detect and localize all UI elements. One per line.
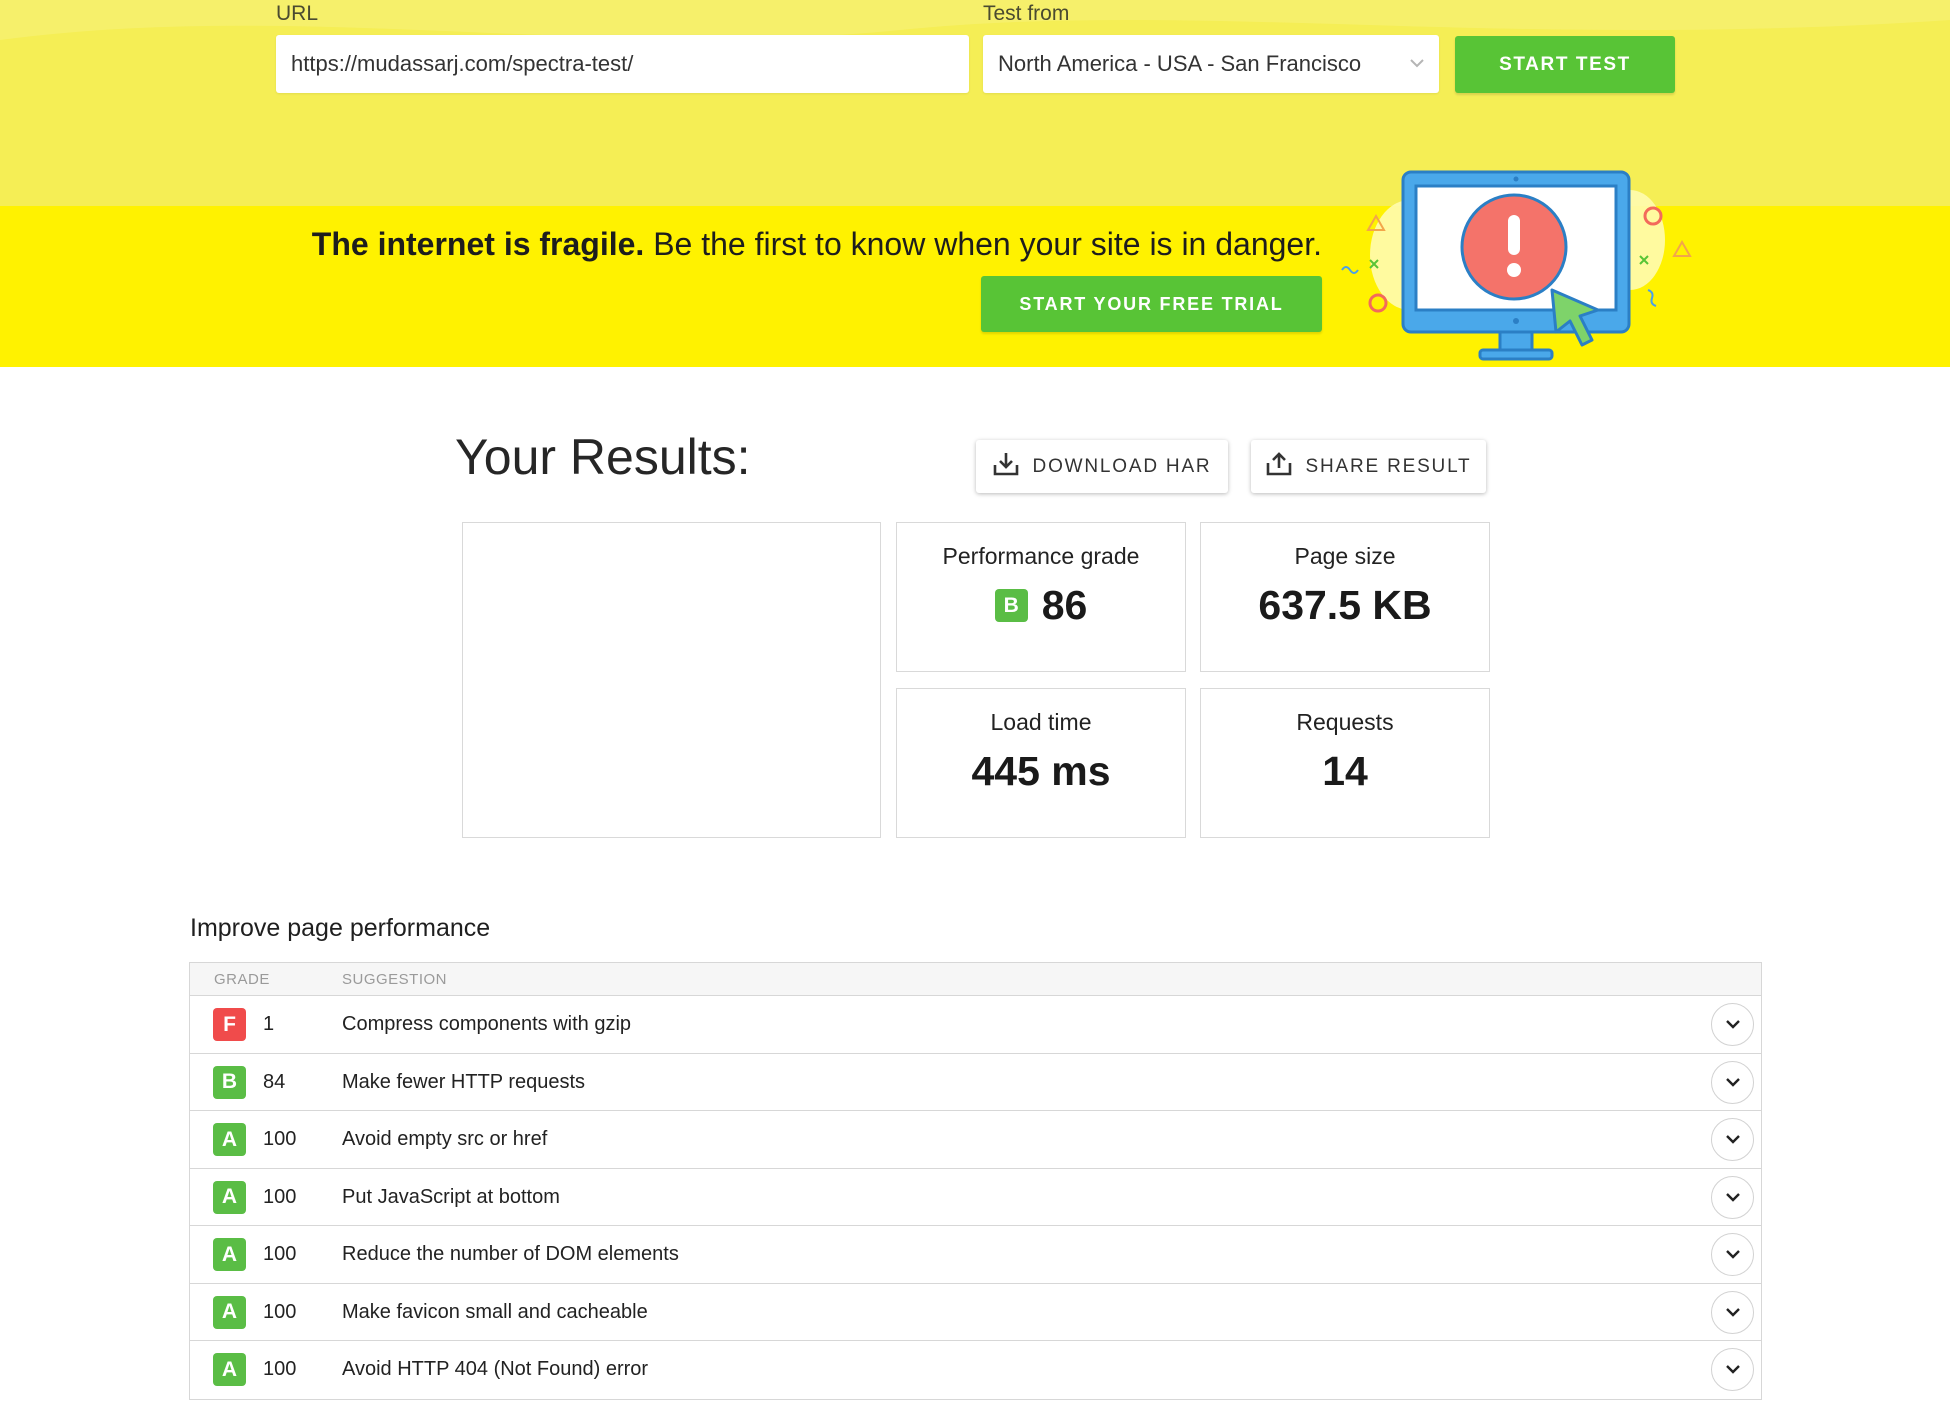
performance-grade-label: Performance grade [942,543,1140,569]
share-icon [1266,451,1292,483]
score-value: 84 [263,1070,286,1093]
start-test-button[interactable]: START TEST [1455,36,1675,93]
column-header-suggestion: SUGGESTION [342,971,448,988]
monitor-alert-illustration [1341,170,1692,361]
results-title: Your Results: [455,429,751,485]
page-size-label: Page size [1294,543,1396,569]
table-row[interactable]: A 100 Avoid empty src or href [190,1111,1761,1169]
grade-badge: A [213,1353,246,1386]
banner-text: Be the first to know when your site is i… [644,226,1322,262]
grade-badge: A [213,1238,246,1271]
chevron-down-icon [1410,55,1424,73]
load-time-label: Load time [990,709,1092,735]
expand-chevron-icon[interactable] [1711,1290,1754,1334]
suggestion-text: Make favicon small and cacheable [342,1300,648,1323]
download-har-label: DOWNLOAD HAR [1032,455,1212,477]
suggestion-text: Reduce the number of DOM elements [342,1243,679,1265]
score-value: 100 [263,1128,297,1150]
requests-card: Requests 14 [1200,688,1490,838]
table-row[interactable]: A 100 Avoid HTTP 404 (Not Found) error [190,1341,1761,1399]
grade-badge: B [213,1065,246,1099]
column-header-grade: GRADE [214,971,270,988]
score-value: 100 [263,1300,297,1323]
suggestion-text: Make fewer HTTP requests [342,1070,586,1093]
page-size-card: Page size 637.5 KB [1200,522,1490,672]
requests-label: Requests [1296,709,1394,735]
grade-badge: A [213,1123,246,1156]
test-location-select[interactable]: North America - USA - San Francisco [983,35,1439,93]
grade-badge: A [213,1295,246,1329]
page-size-value: 637.5 KB [1258,582,1432,628]
performance-grade-card: Performance grade B 86 [896,522,1186,672]
table-header: GRADE SUGGESTION [190,963,1761,996]
suggestion-text: Put JavaScript at bottom [342,1185,560,1208]
load-time-value: 445 ms [971,748,1111,794]
suggestion-text: Avoid empty src or href [342,1128,548,1150]
score-value: 100 [263,1358,297,1380]
download-har-button[interactable]: DOWNLOAD HAR [976,440,1228,493]
expand-chevron-icon[interactable] [1711,1060,1754,1104]
url-label: URL [276,2,319,25]
table-row[interactable]: A 100 Reduce the number of DOM elements [190,1226,1761,1284]
table-row[interactable]: A 100 Put JavaScript at bottom [190,1169,1761,1226]
share-result-button[interactable]: SHARE RESULT [1251,440,1486,493]
expand-chevron-icon[interactable] [1711,1175,1754,1219]
load-time-card: Load time 445 ms [896,688,1186,838]
table-row[interactable]: A 100 Make favicon small and cacheable [190,1284,1761,1341]
download-icon [993,451,1019,483]
score-value: 100 [263,1185,297,1208]
table-row[interactable]: F 1 Compress components with gzip [190,996,1761,1054]
start-free-trial-button[interactable]: START YOUR FREE TRIAL [981,276,1322,332]
test-location-value: North America - USA - San Francisco [998,51,1362,76]
score-value: 100 [263,1243,297,1265]
banner-bold-text: The internet is fragile. [311,226,645,262]
improve-section-title: Improve page performance [190,914,491,942]
table-row[interactable]: B 84 Make fewer HTTP requests [190,1054,1761,1111]
suggestion-text: Compress components with gzip [342,1013,632,1035]
score-value: 1 [263,1013,275,1035]
expand-chevron-icon[interactable] [1711,1003,1754,1046]
performance-grade-value: 86 [1041,582,1088,628]
test-from-label: Test from [983,2,1070,25]
requests-value: 14 [1322,748,1368,794]
url-input[interactable] [276,35,969,93]
share-result-label: SHARE RESULT [1305,455,1472,477]
grade-badge: F [213,1008,246,1041]
banner-headline: The internet is fragile. Be the first to… [312,226,1322,263]
performance-grade-badge: B [994,589,1028,622]
suggestion-text: Avoid HTTP 404 (Not Found) error [342,1358,649,1380]
expand-chevron-icon[interactable] [1711,1118,1754,1161]
grade-badge: A [213,1180,246,1214]
page-screenshot-preview [462,522,881,838]
expand-chevron-icon[interactable] [1711,1348,1754,1391]
expand-chevron-icon[interactable] [1711,1233,1754,1276]
performance-table: GRADE SUGGESTION F 1 Compress components… [189,962,1762,1400]
